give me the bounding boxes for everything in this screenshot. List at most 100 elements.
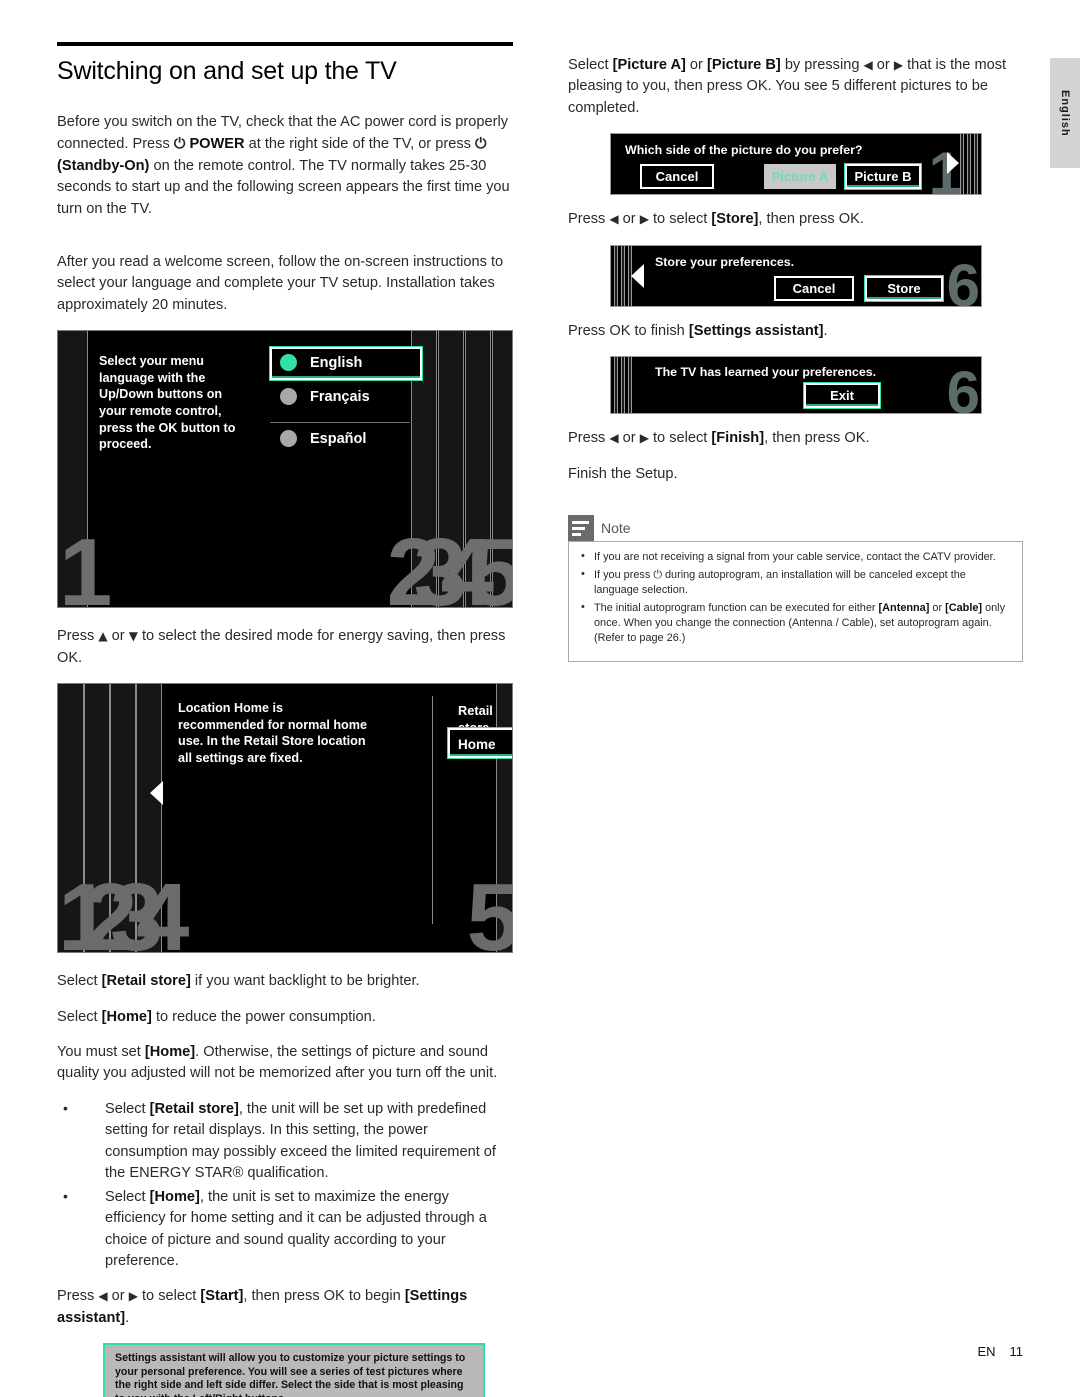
cancel-button[interactable]: Cancel xyxy=(640,164,714,190)
step-number-5: 5 xyxy=(466,864,513,954)
language-side-tab-label: English xyxy=(1059,89,1071,137)
down-arrow-icon: ▼ xyxy=(128,629,138,644)
step-strip xyxy=(621,245,625,306)
location-panel-divider xyxy=(432,696,433,925)
retail-store-note: Select [Retail store] if you want backli… xyxy=(57,971,513,992)
press-store-instruction: Press ◀ or ▶ to select [Store], then pre… xyxy=(568,209,1023,230)
language-side-tab: English xyxy=(1050,58,1080,168)
footer-lang-code: EN xyxy=(977,1344,996,1359)
must-set-home-note: You must set [Home]. Otherwise, the sett… xyxy=(57,1042,513,1085)
bullet-1-pre: Select xyxy=(105,1100,150,1117)
bullet-1-bold: [Retail store] xyxy=(149,1100,239,1117)
retail-note-a: Select xyxy=(57,973,102,990)
pic-text-a: Select xyxy=(568,57,613,73)
manual-page: English Switching on and set up the TV B… xyxy=(0,0,1080,1397)
language-option-english[interactable]: English xyxy=(280,354,363,372)
finish-token: [Finish] xyxy=(711,430,765,447)
bullet-2-bold: [Home] xyxy=(149,1188,200,1205)
language-option-francais[interactable]: Français xyxy=(280,388,370,406)
press-finish-instruction: Press ◀ or ▶ to select [Finish], then pr… xyxy=(568,428,1023,449)
store-button[interactable]: Store xyxy=(865,275,943,301)
dialog-picture-preference: Which side of the picture do you prefer?… xyxy=(610,133,982,196)
intro-p1-part-b: at the right side of the TV, or press xyxy=(244,136,475,153)
dialog-learned-preferences: The TV has learned your preferences. Exi… xyxy=(610,356,982,415)
energy-saving-instruction: Press ▲ or ▼ to select the desired mode … xyxy=(57,626,513,669)
list-item: Select [Retail store], the unit will be … xyxy=(57,1098,513,1185)
cancel-button[interactable]: Cancel xyxy=(774,275,854,301)
dialog-learned-title: The TV has learned your preferences. xyxy=(655,365,877,380)
back-arrow-icon xyxy=(631,263,644,288)
step-strip xyxy=(960,134,964,195)
title-rule xyxy=(57,42,513,46)
step-strip xyxy=(628,357,632,414)
language-option-espanol[interactable]: Español xyxy=(280,430,366,448)
standby-symbol-icon: ⏻ xyxy=(474,135,487,153)
right-arrow-icon: ▶ xyxy=(639,212,649,227)
picture-a-button[interactable]: Picture A xyxy=(764,164,836,190)
step-number-1: 1 xyxy=(59,519,112,609)
step-strip xyxy=(614,357,618,414)
start-token: [Start] xyxy=(200,1288,244,1305)
list-item: If you press ⏻ during autoprogram, an in… xyxy=(579,567,1012,599)
step-strip xyxy=(621,357,625,414)
finish-text-b: to select xyxy=(648,430,712,447)
retail-note-c: if you want backlight to be brighter. xyxy=(190,973,420,990)
finish-text-c: , then press OK. xyxy=(764,430,870,447)
language-option-francais-label: Français xyxy=(310,388,370,405)
note-section: Note If you are not receiving a signal f… xyxy=(568,515,1023,662)
right-arrow-icon: ▶ xyxy=(893,58,904,72)
next-arrow-icon xyxy=(947,152,959,175)
settings-assistant-panel: Settings assistant will allow you to cus… xyxy=(103,1343,485,1397)
language-list-separator xyxy=(270,422,410,424)
finish-assistant-b: . xyxy=(823,322,828,339)
radio-selected-icon xyxy=(280,354,297,372)
finish-assistant-a: Press OK to finish xyxy=(568,322,689,339)
standby-label: (Standby-On) xyxy=(57,157,150,174)
location-bullet-list: Select [Retail store], the unit will be … xyxy=(57,1098,513,1273)
left-arrow-icon: ◀ xyxy=(609,431,619,446)
must-set-a: You must set xyxy=(57,1044,145,1060)
store-text-or: or xyxy=(618,211,640,228)
page-title: Switching on and set up the TV xyxy=(57,57,397,85)
step-number-4: 4 xyxy=(136,864,189,954)
language-option-english-label: English xyxy=(310,354,363,371)
note-label: Note xyxy=(601,520,631,537)
step-number-5: 5 xyxy=(469,525,512,608)
picture-b-button[interactable]: Picture B xyxy=(845,164,921,190)
press-start-b: to select xyxy=(137,1288,201,1305)
language-screen-instruction: Select your menu language with the Up/Do… xyxy=(99,354,236,452)
left-column: Switching on and set up the TV Before yo… xyxy=(57,42,513,1397)
radio-unselected-icon xyxy=(280,430,297,448)
antenna-token: [Antenna] xyxy=(878,601,930,614)
home-token-2: [Home] xyxy=(144,1044,196,1060)
location-option-home-label: Home xyxy=(458,737,496,753)
home-token: [Home] xyxy=(101,1008,152,1025)
intro-paragraph-2: After you read a welcome screen, follow … xyxy=(57,253,504,313)
list-item: Select [Home], the unit is set to maximi… xyxy=(57,1186,513,1273)
finish-setup-text: Finish the Setup. xyxy=(568,465,678,482)
retail-store-token: [Retail store] xyxy=(101,973,191,990)
energy-text-or: or xyxy=(107,628,129,645)
step-strip xyxy=(967,134,971,195)
back-arrow-icon xyxy=(150,781,163,806)
bullet-2-pre: Select xyxy=(105,1188,150,1205)
up-arrow-icon: ▲ xyxy=(98,629,108,644)
home-note-a: Select xyxy=(57,1008,102,1025)
power-label: POWER xyxy=(189,136,245,153)
step-number-6: 6 xyxy=(946,359,980,415)
dialog-store-preferences: Store your preferences. Cancel Store 6 xyxy=(610,244,982,307)
cable-token: [Cable] xyxy=(945,601,983,614)
exit-button[interactable]: Exit xyxy=(804,383,880,409)
left-arrow-icon: ◀ xyxy=(98,1289,108,1304)
press-start-a: Press xyxy=(57,1288,99,1305)
press-start-c: , then press OK to begin xyxy=(243,1288,405,1305)
intro-paragraph-1: Before you switch on the TV, check that … xyxy=(57,112,513,220)
energy-text-a: Press xyxy=(57,628,99,645)
store-text-a: Press xyxy=(568,211,610,228)
press-start-instruction: Press ◀ or ▶ to select [Start], then pre… xyxy=(57,1286,513,1329)
right-column: Select [Picture A] or [Picture B] by pre… xyxy=(568,55,1023,662)
store-text-c: , then press OK. xyxy=(758,211,864,228)
note-3-pre: The initial autoprogram function can be … xyxy=(594,601,879,614)
power-symbol-icon: ⏻ xyxy=(173,135,186,153)
